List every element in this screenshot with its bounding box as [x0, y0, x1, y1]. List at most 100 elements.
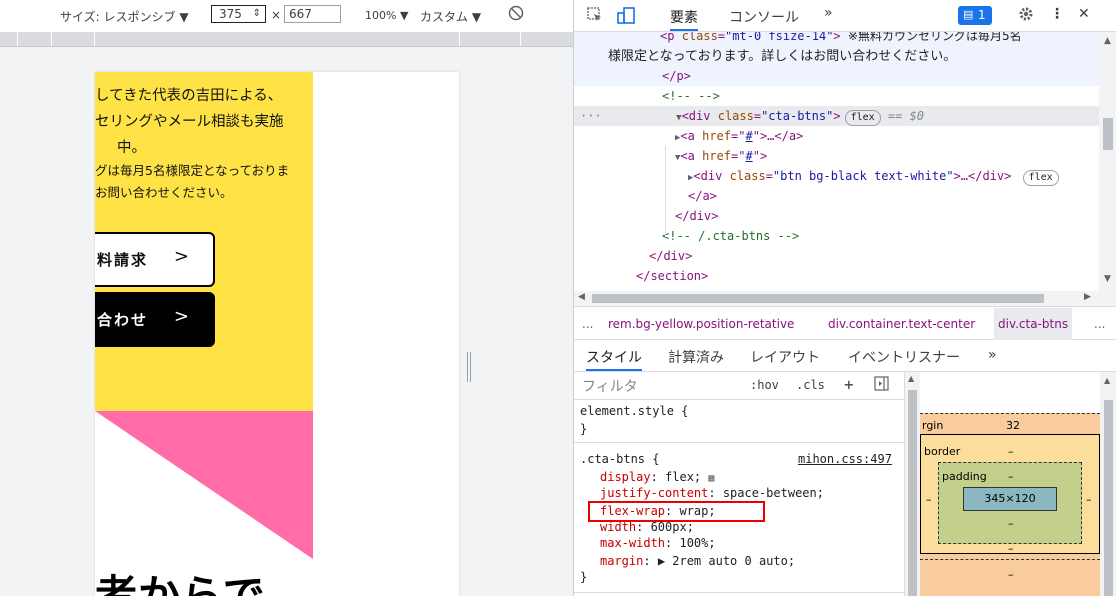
- indent-guide: [665, 146, 666, 236]
- styles-filter-input[interactable]: フィルタ: [582, 376, 638, 396]
- box-model-padding-bottom: –: [1008, 517, 1014, 530]
- scroll-up-icon[interactable]: ▲: [1104, 376, 1110, 385]
- cta-label: 合わせ: [97, 311, 149, 329]
- row-options-icon[interactable]: ···: [580, 109, 602, 123]
- box-model-padding-label: padding: [942, 470, 987, 483]
- element-style-selector[interactable]: element.style {: [580, 404, 688, 418]
- intro-text-line: してきた代表の吉田による、: [95, 88, 283, 104]
- hover-state-toggle[interactable]: :hov: [750, 378, 779, 392]
- breadcrumb-item[interactable]: rem.bg-yellow.position-retative: [608, 308, 794, 340]
- flex-badge[interactable]: flex: [844, 110, 881, 126]
- scroll-thumb[interactable]: [908, 390, 917, 596]
- close-icon[interactable]: ✕: [1078, 6, 1090, 22]
- viewport-width-input[interactable]: 375 ⇕: [211, 5, 266, 23]
- tab-layout[interactable]: レイアウト: [750, 347, 820, 367]
- dom-tree-scrollbar[interactable]: ▲ ▼: [1099, 32, 1116, 291]
- section-heading: 者からで: [95, 571, 266, 596]
- dom-comment-row[interactable]: <!-- -->: [574, 86, 1099, 106]
- tab-styles[interactable]: スタイル: [586, 347, 642, 371]
- box-model-margin-top: 32: [1006, 419, 1020, 432]
- issues-count: 1: [978, 8, 986, 22]
- viewport-height-input[interactable]: 667: [284, 5, 341, 23]
- stepper-icon[interactable]: ⇕: [253, 6, 261, 22]
- device-preview-pane: サイズ: レスポンシブ ▼ 375 ⇕ × 667 100% ▼ カスタム ▼ …: [0, 0, 573, 596]
- annotation-highlight-box: [588, 501, 765, 522]
- box-model-scrollbar[interactable]: ▲: [1100, 372, 1116, 596]
- tab-console[interactable]: コンソール: [729, 7, 799, 27]
- dom-node-row[interactable]: </section>: [574, 266, 1099, 286]
- dom-node-row-selected[interactable]: ··· ▼<div class="cta-btns"> flex == $0: [574, 106, 1099, 126]
- tab-event-listeners[interactable]: イベントリスナー: [848, 347, 960, 367]
- rule-selector[interactable]: .cta-btns {: [580, 452, 659, 466]
- chevron-right-icon: >: [173, 306, 189, 327]
- device-toggle-icon[interactable]: [616, 6, 636, 30]
- dom-comment-row[interactable]: <!-- /.cta-btns -->: [574, 226, 1099, 246]
- cta-label: 料請求: [97, 251, 149, 269]
- cta-contact-button[interactable]: 合わせ >: [95, 292, 215, 347]
- styles-scrollbar[interactable]: ▲: [904, 372, 920, 596]
- note-text-line: グは毎月5名様限定となっておりま: [95, 163, 290, 178]
- dom-tree-hscrollbar[interactable]: ◀ ▶: [574, 291, 1116, 307]
- flex-editor-icon[interactable]: ▦: [708, 473, 714, 484]
- rule-separator: [574, 442, 904, 443]
- scroll-thumb[interactable]: [1104, 400, 1113, 596]
- dom-node-row[interactable]: </div>: [574, 246, 1099, 266]
- zoom-dropdown[interactable]: 100% ▼: [365, 9, 408, 22]
- new-rule-button[interactable]: +: [844, 375, 854, 394]
- dom-node-row[interactable]: <p class="mt-0 fsize-14"> ※無料カウンセリングは毎月5…: [574, 32, 1099, 46]
- cta-request-button[interactable]: 料請求 >: [95, 232, 215, 287]
- issues-badge[interactable]: ▤ 1: [958, 6, 992, 25]
- yellow-section: してきた代表の吉田による、 セリングやメール相談も実施 中。 グは毎月5名様限定…: [95, 72, 313, 411]
- settings-gear-icon[interactable]: [1018, 6, 1034, 26]
- device-size-dropdown[interactable]: サイズ: レスポンシブ ▼: [60, 8, 189, 25]
- rule-separator: [574, 592, 904, 593]
- dom-text-row[interactable]: 様限定となっております。詳しくはお問い合わせください。: [574, 46, 1099, 66]
- box-model-border-top: –: [1008, 445, 1014, 458]
- box-model-content[interactable]: 345×120: [963, 487, 1057, 511]
- breadcrumb-overflow[interactable]: ...: [582, 308, 593, 340]
- viewport-resize-handle[interactable]: [467, 352, 471, 382]
- scroll-right-icon[interactable]: ▶: [1084, 292, 1091, 302]
- tab-elements[interactable]: 要素: [670, 7, 698, 31]
- css-declaration[interactable]: justify-content: space-between;: [600, 486, 824, 500]
- flex-badge[interactable]: flex: [1022, 170, 1059, 186]
- scroll-down-icon[interactable]: ▼: [1104, 274, 1111, 284]
- tab-computed[interactable]: 計算済み: [668, 347, 724, 367]
- more-tabs-icon[interactable]: »: [824, 5, 833, 21]
- dom-node-row[interactable]: ▶<div class="btn bg-black text-white">…<…: [574, 166, 1099, 186]
- breadcrumb-overflow[interactable]: ...: [1094, 308, 1105, 340]
- box-model-left: –: [926, 493, 932, 506]
- scroll-left-icon[interactable]: ◀: [578, 292, 585, 302]
- styles-rules: element.style { } .cta-btns { mihon.css:…: [574, 400, 904, 596]
- throttle-dropdown[interactable]: カスタム ▼: [420, 8, 481, 25]
- rule-source-link[interactable]: mihon.css:497: [798, 452, 892, 466]
- box-model-margin-bottom: –: [1008, 568, 1014, 581]
- intro-text-line: セリングやメール相談も実施: [95, 114, 284, 130]
- dom-node-row[interactable]: </p>: [574, 66, 1099, 86]
- dom-node-row[interactable]: ▼<a href="#">: [574, 146, 1099, 166]
- emulated-viewport[interactable]: してきた代表の吉田による、 セリングやメール相談も実施 中。 グは毎月5名様限定…: [95, 72, 459, 596]
- dom-node-row[interactable]: ▶<a href="#">…</a>: [574, 126, 1099, 146]
- rotate-icon[interactable]: [507, 4, 525, 25]
- kebab-menu-icon[interactable]: ⋮: [1050, 6, 1064, 22]
- class-toggle[interactable]: .cls: [796, 378, 825, 392]
- breadcrumb-item-current[interactable]: div.cta-btns: [994, 308, 1073, 340]
- scroll-up-icon[interactable]: ▲: [1104, 36, 1111, 46]
- dom-node-row[interactable]: </a>: [574, 186, 1099, 206]
- css-declaration[interactable]: max-width: 100%;: [600, 536, 716, 550]
- note-text-line: お問い合わせください。: [95, 185, 233, 200]
- toggle-sidebar-icon[interactable]: [874, 376, 889, 394]
- device-toolbar: サイズ: レスポンシブ ▼ 375 ⇕ × 667 100% ▼ カスタム ▼: [0, 0, 573, 32]
- css-declaration[interactable]: margin: ▶ 2rem auto 0 auto;: [600, 554, 795, 568]
- dom-node-row[interactable]: </div>: [574, 206, 1099, 226]
- dom-tree[interactable]: <p class="mt-0 fsize-14"> ※無料カウンセリングは毎月5…: [574, 32, 1099, 291]
- breadcrumb-item[interactable]: div.container.text-center: [828, 308, 975, 340]
- css-declaration[interactable]: display: flex; ▦: [600, 470, 714, 484]
- media-query-ruler[interactable]: [0, 32, 573, 47]
- css-declaration[interactable]: width: 600px;: [600, 520, 694, 534]
- scroll-up-icon[interactable]: ▲: [908, 374, 914, 383]
- more-tabs-icon[interactable]: »: [988, 347, 997, 363]
- inspect-element-icon[interactable]: [586, 6, 604, 28]
- scroll-thumb[interactable]: [1103, 118, 1113, 150]
- scroll-thumb[interactable]: [592, 294, 1044, 303]
